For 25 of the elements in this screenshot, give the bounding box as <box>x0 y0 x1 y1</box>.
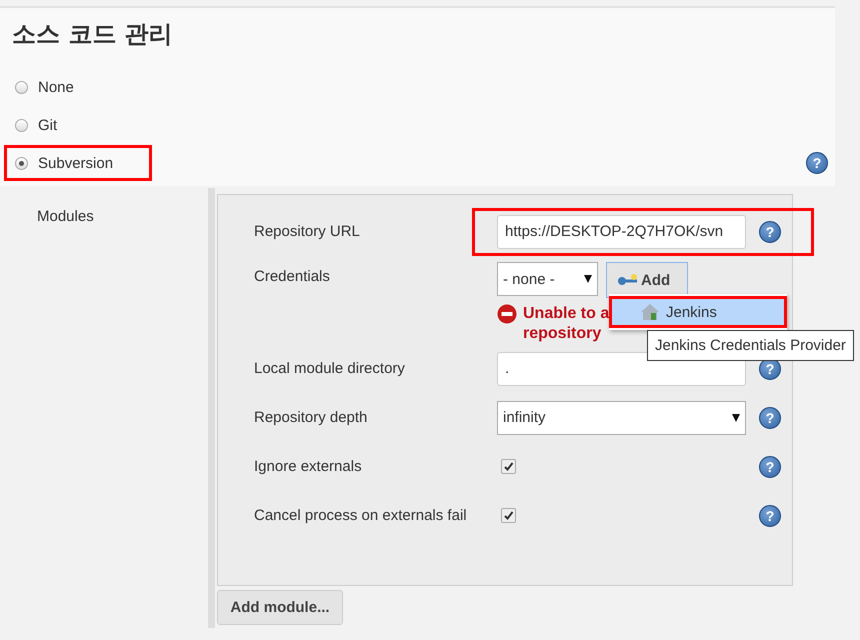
key-icon <box>617 273 639 287</box>
add-module-button[interactable]: Add module... <box>217 590 343 625</box>
checkbox-label: Cancel process on externals fail <box>253 507 468 524</box>
depth-select[interactable]: infinity <box>497 400 746 434</box>
credentials-select[interactable]: - none - <box>497 262 598 296</box>
radio-option[interactable]: Subversion <box>4 145 152 181</box>
checkbox-label: Ignore externals <box>253 458 363 475</box>
house-icon <box>640 303 660 321</box>
field-label: Repository URL <box>253 223 361 240</box>
error-message: Unable to a repository <box>523 304 610 344</box>
field-label: Local module directory <box>253 360 406 377</box>
caret-icon <box>584 275 592 283</box>
tooltip: Jenkins Credentials Provider <box>647 330 854 361</box>
modules-label: Modules <box>36 207 95 227</box>
error-icon <box>497 304 517 324</box>
menu-item[interactable]: Jenkins <box>609 296 787 328</box>
checkbox[interactable] <box>501 508 516 523</box>
checkbox[interactable] <box>501 459 516 474</box>
radio-option[interactable]: None <box>4 69 113 105</box>
section-title: 소스 코드 관리 <box>11 19 174 50</box>
caret-icon <box>732 414 740 422</box>
field-label: Repository depth <box>253 409 368 426</box>
radio-option[interactable]: Git <box>4 107 96 143</box>
field-label: Credentials <box>253 267 331 285</box>
url-field[interactable]: https://DESKTOP-2Q7H7OK/svn <box>497 214 746 248</box>
